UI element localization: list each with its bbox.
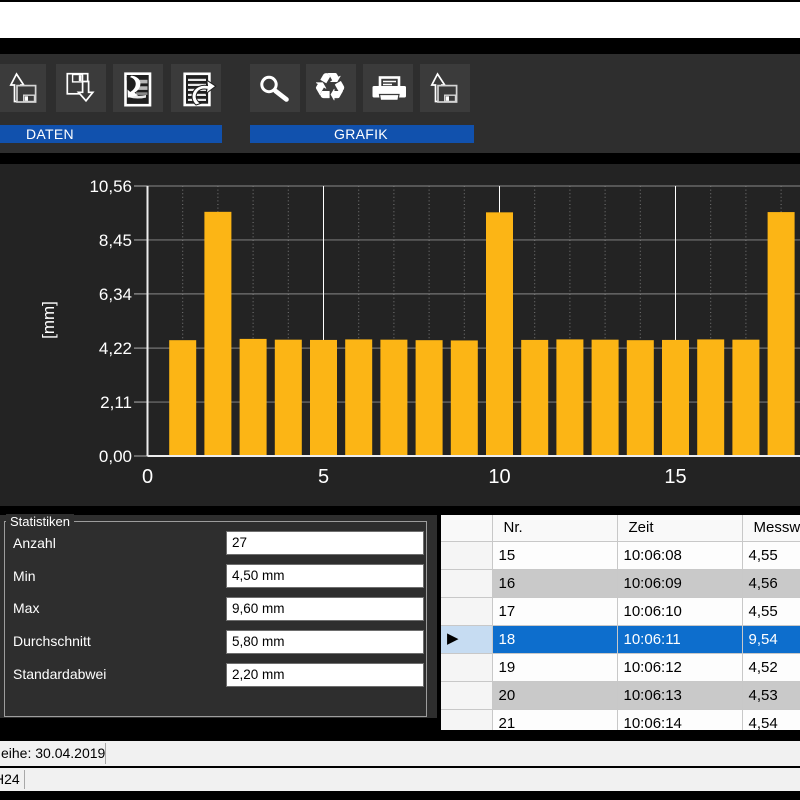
svg-text:2,11: 2,11: [100, 393, 132, 412]
svg-text:[mm]: [mm]: [39, 301, 58, 339]
svg-text:0,00: 0,00: [99, 447, 132, 466]
svg-text:4,22: 4,22: [99, 339, 132, 358]
svg-text:0: 0: [142, 466, 153, 488]
svg-text:15: 15: [664, 466, 686, 488]
svg-text:6,34: 6,34: [99, 285, 132, 304]
svg-text:5: 5: [318, 466, 329, 488]
svg-text:10: 10: [488, 466, 510, 488]
svg-text:10,56: 10,56: [89, 177, 132, 196]
svg-text:8,45: 8,45: [99, 231, 132, 250]
